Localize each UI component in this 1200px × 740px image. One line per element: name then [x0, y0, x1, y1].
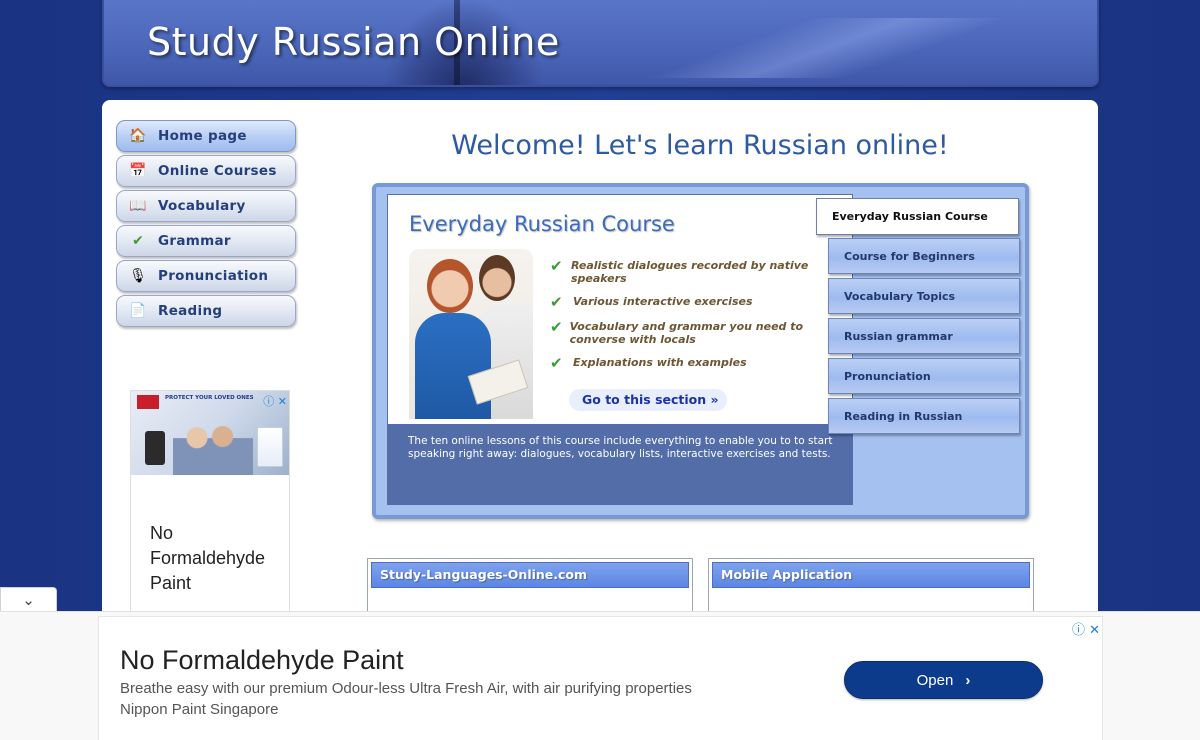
paint-can-graphic: [257, 427, 283, 467]
ad-advertiser: Nippon Paint Singapore: [120, 701, 279, 718]
site-title[interactable]: Study Russian Online: [147, 20, 560, 64]
nav-item-home[interactable]: 🏠 Home page: [116, 120, 296, 152]
list-item: ✔ Realistic dialogues recorded by native…: [550, 257, 830, 286]
info-box-header[interactable]: Mobile Application: [712, 562, 1030, 588]
tab-everyday-russian[interactable]: Everyday Russian Course: [816, 198, 1019, 235]
family-photo: [173, 413, 253, 475]
ad-description: Breathe easy with our premium Odour-less…: [120, 680, 692, 697]
ad-choices-icon[interactable]: ⓘ ✕: [1072, 619, 1100, 638]
page-title: Welcome! Let's learn Russian online!: [451, 130, 949, 161]
feature-title[interactable]: Everyday Russian Course: [409, 212, 675, 236]
document-icon: 📄: [129, 303, 147, 319]
checkmark-icon: ✔: [550, 257, 563, 275]
microphone-icon: 🎙: [129, 268, 147, 284]
photo-figure: [479, 255, 515, 301]
nav-item-online-courses[interactable]: 📅 Online Courses: [116, 155, 296, 187]
banner-swoosh: [544, 18, 1044, 78]
list-item: ✔ Vocabulary and grammar you need to con…: [550, 318, 830, 347]
nav-label: Home page: [158, 128, 247, 144]
bottom-advertisement: No Formaldehyde Paint Breathe easy with …: [0, 611, 1200, 740]
feature-bullet: Realistic dialogues recorded by native s…: [570, 259, 809, 285]
brand-logo: [137, 395, 159, 409]
spellcheck-icon: ✔: [132, 233, 144, 249]
side-nav: 🏠 Home page 📅 Online Courses 📖 Vocabular…: [116, 120, 296, 330]
site-banner: Study Russian Online: [102, 0, 1099, 87]
tab-russian-grammar[interactable]: Russian grammar: [828, 318, 1020, 354]
nav-item-vocabulary[interactable]: 📖 Vocabulary: [116, 190, 296, 222]
chevron-right-icon: ›: [965, 671, 971, 689]
calendar-icon: 📅: [129, 163, 147, 179]
nav-label: Pronunciation: [158, 268, 269, 284]
nav-item-reading[interactable]: 📄 Reading: [116, 295, 296, 327]
ad-headline[interactable]: No Formaldehyde Paint: [120, 645, 404, 676]
book-icon: 📖: [129, 198, 147, 214]
tab-pronunciation[interactable]: Pronunciation: [828, 358, 1020, 394]
home-icon: 🏠: [129, 128, 147, 144]
ad-text[interactable]: No Formaldehyde Paint: [150, 521, 280, 596]
open-button-label: Open: [916, 671, 954, 689]
side-advertisement[interactable]: PROTECT YOUR LOVED ONES ⓘ ✕ No Formaldeh…: [130, 390, 290, 620]
tab-reading-in-russian[interactable]: Reading in Russian: [828, 398, 1020, 434]
nav-label: Vocabulary: [158, 198, 246, 214]
students-photo: [409, 249, 533, 419]
list-item: ✔ Various interactive exercises: [550, 295, 830, 310]
ad-tagline: PROTECT YOUR LOVED ONES: [165, 395, 254, 401]
checkmark-icon: ✔: [550, 354, 563, 372]
go-to-section-link[interactable]: Go to this section »: [569, 389, 727, 411]
checkmark-icon: ✔: [550, 318, 563, 336]
ad-choices-icon[interactable]: ⓘ ✕: [263, 393, 287, 409]
bottom-ad-content[interactable]: No Formaldehyde Paint Breathe easy with …: [98, 616, 1103, 740]
info-box-study-languages: Study-Languages-Online.com: [367, 558, 693, 618]
info-box-mobile-app: Mobile Application: [708, 558, 1034, 618]
nav-label: Grammar: [158, 233, 231, 249]
photo-figure: [427, 259, 473, 313]
nav-label: Online Courses: [158, 163, 277, 179]
feature-bullet: Explanations with examples: [573, 356, 747, 369]
feature-bullet: Various interactive exercises: [573, 295, 753, 308]
collapse-ad-button[interactable]: ⌄: [0, 587, 57, 612]
list-item: ✔ Explanations with examples: [550, 356, 830, 371]
nav-item-pronunciation[interactable]: 🎙 Pronunciation: [116, 260, 296, 292]
info-box-header[interactable]: Study-Languages-Online.com: [371, 562, 689, 588]
feature-bullet: Vocabulary and grammar you need to conve…: [569, 320, 804, 346]
checkmark-icon: ✔: [550, 293, 563, 311]
nav-item-grammar[interactable]: ✔ Grammar: [116, 225, 296, 257]
feature-list: ✔ Realistic dialogues recorded by native…: [550, 259, 830, 381]
feature-description: The ten online lessons of this course in…: [388, 424, 853, 505]
open-button[interactable]: Open ›: [844, 661, 1043, 699]
chevron-down-icon: ⌄: [22, 591, 35, 609]
phone-graphic: [145, 431, 165, 465]
tab-course-for-beginners[interactable]: Course for Beginners: [828, 238, 1020, 274]
nav-label: Reading: [158, 303, 223, 319]
tab-vocabulary-topics[interactable]: Vocabulary Topics: [828, 278, 1020, 314]
